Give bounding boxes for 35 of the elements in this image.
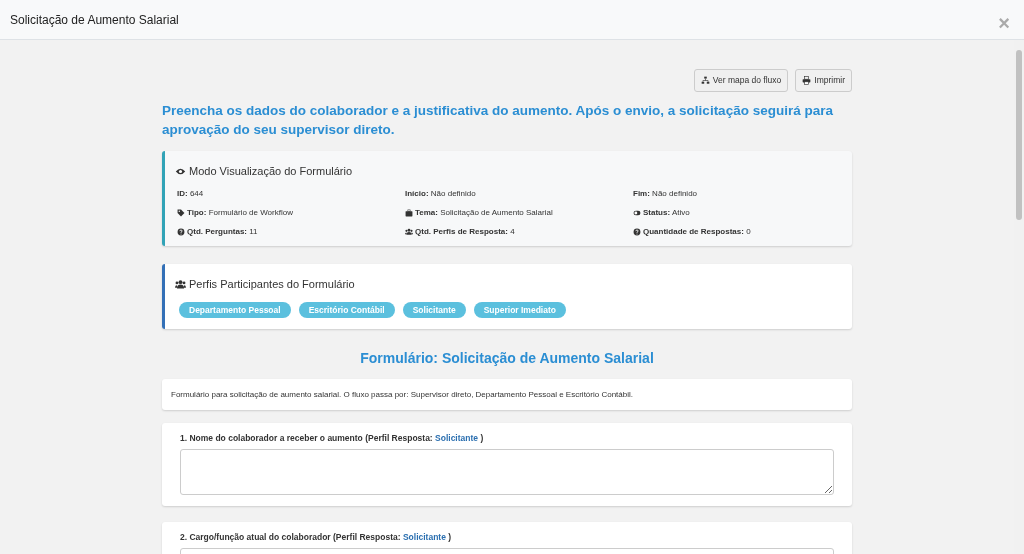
profile-link[interactable]: Solicitante xyxy=(435,432,479,443)
info-text: Fim: Não definido xyxy=(633,188,698,201)
question-icon xyxy=(177,228,185,237)
info-text: Qtd. Perguntas: 11 xyxy=(187,226,258,239)
intro-text: Preencha os dados do colaborador e a justificativa do aumento. Após o envio, a solicitação seguirá para aprovação do seu supervisor direto. xyxy=(162,101,834,139)
card-title: Perfis Participantes do Formulário xyxy=(189,277,355,293)
printer-icon xyxy=(802,75,812,85)
info-text: Status: Ativo xyxy=(643,207,690,220)
info-text: Quantidade de Respostas: 0 xyxy=(643,226,751,239)
profile-link[interactable]: Solicitante xyxy=(402,531,446,542)
card-title: Modo Visualização do Formulário xyxy=(189,163,353,179)
sitemap-icon xyxy=(700,75,710,85)
modal-title: Solicitação de Aumento Salarial xyxy=(10,11,179,29)
flow-map-button[interactable]: Ver mapa do fluxo xyxy=(693,69,789,92)
info-text: Início: Não definido xyxy=(405,188,476,201)
question-label: 2. Cargo/função atual do colaborador (Perfil Resposta: Solicitante ) xyxy=(180,531,453,543)
info-text: Tipo: Formulário de Workflow xyxy=(187,207,293,220)
users-icon xyxy=(175,279,186,290)
form-title: Formulário: Solicitação de Aumento Salarial xyxy=(359,348,655,367)
description-text: Formulário para solicitação de aumento salarial. O fluxo passa por: Supervisor direto, Departamento Pessoal e Escritório Contábil. xyxy=(162,378,852,410)
toggle-icon xyxy=(633,209,641,218)
print-button[interactable]: Imprimir xyxy=(795,69,852,92)
info-text: ID: 644 xyxy=(177,188,204,201)
tag-icon xyxy=(177,209,185,218)
users-icon xyxy=(405,228,413,237)
briefcase-icon xyxy=(405,209,413,218)
profile-tag: Solicitante xyxy=(402,301,466,318)
question-icon xyxy=(633,228,641,237)
info-text: Tema: Solicitação de Aumento Salarial xyxy=(415,207,553,220)
profile-tag: Departamento Pessoal xyxy=(179,301,291,318)
profile-tag: Superior Imediato xyxy=(473,301,566,318)
answer-field[interactable] xyxy=(180,448,834,495)
profile-tag: Escritório Contábil xyxy=(298,301,395,318)
info-text: Qtd. Perfis de Resposta: 4 xyxy=(415,226,515,239)
question-label: 1. Nome do colaborador a receber o aumento (Perfil Resposta: Solicitante ) xyxy=(180,432,485,444)
